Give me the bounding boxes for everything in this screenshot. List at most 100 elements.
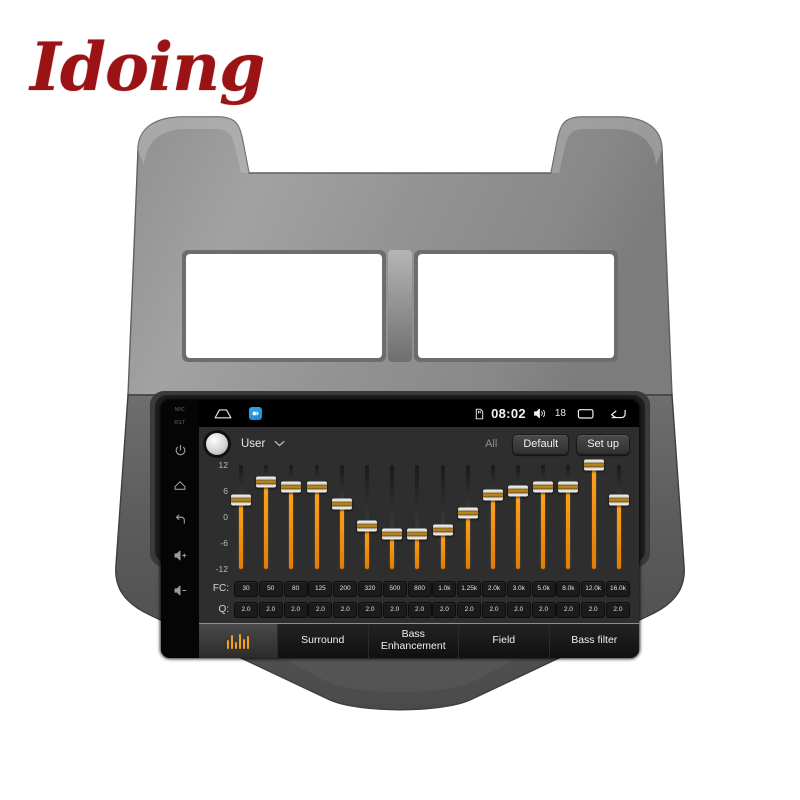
slider-thumb[interactable] — [432, 524, 453, 536]
q-value-cell[interactable]: 2.0 — [457, 601, 482, 618]
all-label[interactable]: All — [485, 438, 497, 450]
slider-thumb[interactable] — [382, 528, 403, 540]
q-value-cell[interactable]: 2.0 — [234, 601, 258, 618]
equalizer-slider[interactable] — [507, 465, 529, 569]
q-value-cell[interactable]: 2.0 — [531, 601, 556, 618]
equalizer-band — [507, 463, 529, 578]
status-app-shortcut[interactable] — [249, 407, 262, 420]
equalizer-slider[interactable] — [557, 465, 579, 569]
slider-track-active — [314, 486, 319, 569]
equalizer-slider[interactable] — [331, 465, 353, 569]
q-value-cell[interactable]: 2.0 — [605, 601, 630, 618]
fc-cells: 30 50 80 125 200 320 500 800 1.0k 1.25k 2.0k 3.0k 5.… — [233, 580, 633, 597]
equalizer-slider[interactable] — [280, 465, 302, 569]
slider-thumb[interactable] — [457, 507, 478, 519]
fc-value-cell[interactable]: 50 — [258, 580, 283, 597]
fc-value-cell[interactable]: 30 — [234, 580, 258, 597]
fc-value-cell[interactable]: 5.0k — [531, 580, 556, 597]
fc-value-cell[interactable]: 125 — [308, 580, 333, 597]
tab-field[interactable]: Field — [459, 624, 550, 658]
slider-track-active — [566, 486, 571, 569]
fc-value-cell[interactable]: 16.0k — [605, 580, 630, 597]
equalizer-band — [532, 463, 554, 578]
q-value-cell[interactable]: 2.0 — [308, 601, 333, 618]
fc-value-cell[interactable]: 1.25k — [457, 580, 482, 597]
tab-equalizer[interactable] — [199, 624, 278, 658]
slider-track-active — [440, 530, 445, 569]
equalizer-slider[interactable] — [406, 465, 428, 569]
fc-value-cell[interactable]: 12.0k — [581, 580, 606, 597]
q-value-cell[interactable]: 2.0 — [258, 601, 283, 618]
gain-tick-label: 12 — [218, 460, 228, 470]
equalizer-slider[interactable] — [532, 465, 554, 569]
gain-tick-label: -6 — [220, 538, 228, 548]
tab-label: Bass filter — [571, 634, 618, 647]
rotary-knob[interactable] — [206, 433, 228, 455]
q-value-cell[interactable]: 2.0 — [283, 601, 308, 618]
q-value-cell[interactable]: 2.0 — [556, 601, 581, 618]
power-button[interactable] — [169, 439, 191, 461]
fc-value-cell[interactable]: 800 — [407, 580, 432, 597]
equalizer-slider[interactable] — [230, 465, 252, 569]
volume-down-button[interactable] — [169, 579, 191, 601]
equalizer-slider[interactable] — [255, 465, 277, 569]
equalizer-slider[interactable] — [356, 465, 378, 569]
status-home-button[interactable] — [213, 407, 233, 420]
back-button[interactable] — [169, 509, 191, 531]
fc-value-cell[interactable]: 1.0k — [432, 580, 457, 597]
chevron-down-icon[interactable] — [274, 439, 285, 449]
slider-thumb[interactable] — [508, 485, 529, 497]
equalizer-band — [381, 463, 403, 578]
q-value-cell[interactable]: 2.0 — [407, 601, 432, 618]
slider-thumb[interactable] — [331, 498, 352, 510]
setup-button[interactable]: Set up — [576, 433, 630, 455]
home-button[interactable] — [169, 474, 191, 496]
slider-thumb[interactable] — [256, 476, 277, 488]
equalizer-slider[interactable] — [457, 465, 479, 569]
slider-thumb[interactable] — [306, 481, 327, 493]
q-value-cell[interactable]: 2.0 — [581, 601, 606, 618]
equalizer-slider[interactable] — [583, 459, 605, 569]
slider-thumb[interactable] — [608, 494, 629, 506]
volume-up-button[interactable] — [169, 544, 191, 566]
q-value-cell[interactable]: 2.0 — [432, 601, 457, 618]
q-value-cell[interactable]: 2.0 — [481, 601, 506, 618]
q-value-cell[interactable]: 2.0 — [357, 601, 382, 618]
fc-value-cell[interactable]: 2.0k — [481, 580, 506, 597]
fc-value-cell[interactable]: 8.0k — [556, 580, 581, 597]
equalizer-slider[interactable] — [432, 465, 454, 569]
tab-bass-filter[interactable]: Bass filter — [549, 624, 639, 658]
equalizer-band — [230, 463, 252, 578]
equalizer-slider[interactable] — [381, 465, 403, 569]
fc-value-cell[interactable]: 3.0k — [506, 580, 531, 597]
equalizer-band — [331, 463, 353, 578]
tab-bass-enhancement[interactable]: Bass Enhancement — [368, 624, 459, 658]
fc-value-cell[interactable]: 80 — [283, 580, 308, 597]
slider-track-active — [364, 525, 369, 569]
slider-thumb[interactable] — [407, 528, 428, 540]
fc-value-cell[interactable]: 500 — [382, 580, 407, 597]
equalizer-band — [482, 463, 504, 578]
slider-track-active — [239, 499, 243, 569]
equalizer-band — [255, 463, 277, 578]
q-value-cell[interactable]: 2.0 — [382, 601, 407, 618]
equalizer-slider[interactable] — [306, 465, 328, 569]
tab-surround[interactable]: Surround — [278, 624, 369, 658]
q-value-cell[interactable]: 2.0 — [333, 601, 358, 618]
slider-thumb[interactable] — [281, 481, 302, 493]
slider-thumb[interactable] — [533, 481, 554, 493]
q-value-cell[interactable]: 2.0 — [506, 601, 531, 618]
equalizer-slider[interactable] — [608, 465, 630, 569]
default-button[interactable]: Default — [512, 433, 570, 455]
slider-thumb[interactable] — [558, 481, 579, 493]
equalizer-slider[interactable] — [482, 465, 504, 569]
slider-thumb[interactable] — [356, 520, 377, 532]
fc-value-cell[interactable]: 320 — [357, 580, 382, 597]
slider-thumb[interactable] — [583, 459, 604, 471]
q-label: Q: — [218, 604, 229, 615]
slider-thumb[interactable] — [231, 494, 251, 506]
gain-tick-label: 6 — [223, 486, 228, 496]
slider-thumb[interactable] — [482, 489, 503, 501]
bottom-tab-bar: Surround Bass Enhancement Field Bass filter — [199, 623, 639, 658]
fc-value-cell[interactable]: 200 — [333, 580, 358, 597]
